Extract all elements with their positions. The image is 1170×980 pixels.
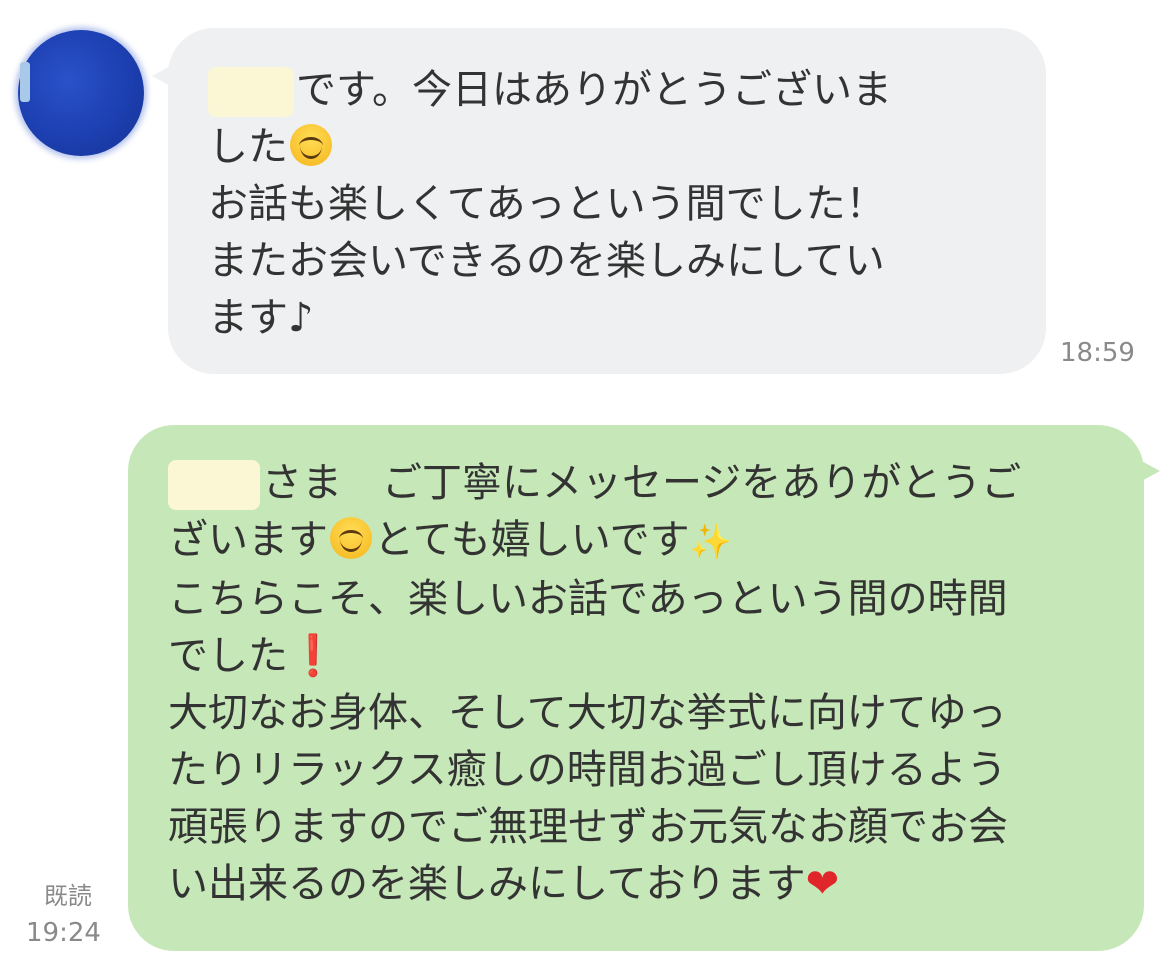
message-line: した xyxy=(208,119,1006,176)
message-line: 頑張りますのでご無理せずお元気なお顔でお会 xyxy=(168,799,1108,856)
redacted-name xyxy=(208,67,294,117)
message-line: い出来るのを楽しみにしております❤ xyxy=(168,856,1108,913)
smiling-face-emoji-icon xyxy=(290,124,332,166)
read-receipt-label: 既読 xyxy=(44,882,92,910)
incoming-timestamp: 18:59 xyxy=(1060,338,1135,368)
outgoing-message-bubble[interactable]: さま ご丁寧にメッセージをありがとうご ざいます とても嬉しいです✨ こちらこそ、… xyxy=(128,425,1160,951)
smiling-face-emoji-icon xyxy=(330,517,372,559)
message-line: です。今日はありがとうございま xyxy=(208,62,1006,119)
message-text: さま ご丁寧にメッセージをありがとうご xyxy=(262,460,1022,506)
message-text: でした xyxy=(168,633,288,679)
message-text: 大切なお身体、そして大切な挙式に向けてゆっ xyxy=(168,690,1007,736)
message-text: とても嬉しいです xyxy=(374,517,690,563)
message-text: またお会いできるのを楽しみにしてい xyxy=(208,238,885,284)
message-line: またお会いできるのを楽しみにしてい xyxy=(208,233,1006,290)
message-text: こちらこそ、楽しいお話であっという間の時間 xyxy=(168,576,1008,622)
message-text: 頑張りますのでご無理せずお元気なお顔でお会 xyxy=(168,804,1008,850)
message-text: した xyxy=(208,124,288,170)
message-text: い出来るのを楽しみにしております xyxy=(168,861,806,907)
message-text: です。今日はありがとうございま xyxy=(296,67,892,113)
message-line: こちらこそ、楽しいお話であっという間の時間 xyxy=(168,571,1108,628)
message-line: お話も楽しくてあっという間でした！ xyxy=(208,176,1006,233)
message-line: ます♪ xyxy=(208,290,1006,347)
message-line: さま ご丁寧にメッセージをありがとうご xyxy=(168,455,1108,512)
outgoing-timestamp: 19:24 xyxy=(26,918,101,948)
message-line: たりリラックス癒しの時間お過ごし頂けるよう xyxy=(168,742,1108,799)
incoming-message-bubble[interactable]: です。今日はありがとうございま した お話も楽しくてあっという間でした！ またお… xyxy=(152,28,1046,374)
message-line: ざいます とても嬉しいです✨ xyxy=(168,512,1108,571)
sparkles-icon: ✨ xyxy=(689,522,732,562)
avatar-edge-decoration xyxy=(20,62,30,102)
message-text: お話も楽しくてあっという間でした！ xyxy=(208,181,886,227)
message-text: たりリラックス癒しの時間お過ごし頂けるよう xyxy=(168,747,1007,793)
exclamation-icon: ❗ xyxy=(288,633,338,679)
message-line: 大切なお身体、そして大切な挙式に向けてゆっ xyxy=(168,685,1108,742)
redacted-name xyxy=(168,460,260,510)
heart-icon: ❤ xyxy=(805,861,840,907)
sender-avatar[interactable] xyxy=(18,30,144,156)
message-text: ます♪ xyxy=(208,295,314,341)
message-line: でした❗ xyxy=(168,628,1108,685)
message-text: ざいます xyxy=(168,517,328,563)
